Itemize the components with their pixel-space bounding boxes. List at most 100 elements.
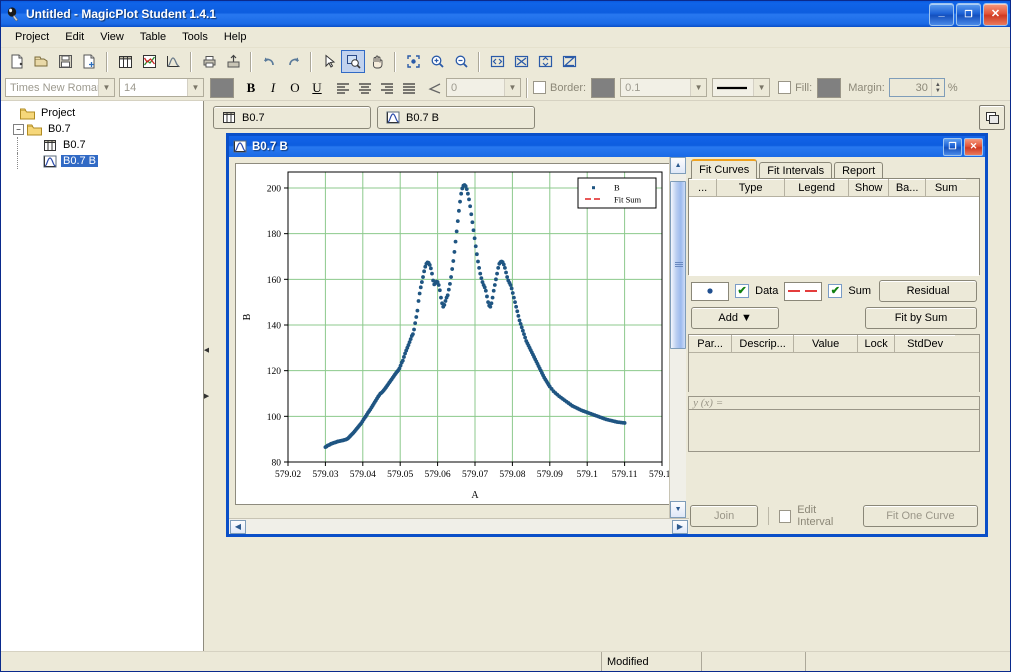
- tree-row-project[interactable]: Project: [6, 105, 203, 121]
- figure-icon[interactable]: [137, 50, 161, 73]
- border-color-swatch[interactable]: [591, 77, 616, 98]
- tree-row-plot[interactable]: B0.7 B: [6, 153, 203, 169]
- print-icon[interactable]: [197, 50, 221, 73]
- font-size-combo[interactable]: 14 ▼: [119, 78, 204, 97]
- cascade-windows-icon[interactable]: [979, 105, 1005, 130]
- formula-input[interactable]: [688, 410, 980, 452]
- minimize-button[interactable]: _: [929, 2, 954, 26]
- data-checkbox[interactable]: ✔: [735, 284, 750, 298]
- join-button[interactable]: Join: [690, 505, 759, 527]
- status-cell-1: [1, 652, 601, 671]
- border-width-combo[interactable]: 0.1 ▼: [620, 78, 708, 97]
- undo-icon[interactable]: [257, 50, 281, 73]
- data-style-swatch[interactable]: [691, 281, 730, 301]
- col-lock[interactable]: Lock: [858, 335, 896, 352]
- col-value[interactable]: Value: [794, 335, 859, 352]
- sum-checkbox[interactable]: ✔: [828, 284, 843, 298]
- fit-curves-body[interactable]: [689, 197, 979, 276]
- edit-interval-checkbox[interactable]: [779, 509, 792, 523]
- scroll-down-button[interactable]: ▼: [670, 501, 687, 518]
- underline-button[interactable]: U: [306, 77, 328, 98]
- plot-horizontal-scrollbar[interactable]: ◀ ▶: [229, 518, 689, 534]
- mdi-restore-button[interactable]: ❐: [943, 137, 962, 156]
- italic-button[interactable]: I: [262, 77, 284, 98]
- menu-help[interactable]: Help: [216, 29, 255, 45]
- font-family-combo[interactable]: Times New Roman ▼: [5, 78, 115, 97]
- fill-color-swatch[interactable]: [817, 77, 842, 98]
- open-project-icon[interactable]: [29, 50, 53, 73]
- col-type[interactable]: Type: [717, 179, 786, 196]
- col-description[interactable]: Descrip...: [732, 335, 795, 352]
- new-project-icon[interactable]: [5, 50, 29, 73]
- col-index[interactable]: ...: [689, 179, 718, 196]
- col-legend[interactable]: Legend: [785, 179, 850, 196]
- plot-icon[interactable]: [161, 50, 185, 73]
- parameters-table[interactable]: Par... Descrip... Value Lock StdDev: [688, 334, 980, 393]
- mdi-close-button[interactable]: ✕: [964, 137, 983, 156]
- scroll-up-button[interactable]: ▲: [670, 157, 687, 174]
- menu-table[interactable]: Table: [132, 29, 174, 45]
- text-color-swatch[interactable]: [210, 77, 234, 98]
- fit-width-icon[interactable]: [485, 50, 509, 73]
- menu-view[interactable]: View: [92, 29, 132, 45]
- redo-icon[interactable]: [281, 50, 305, 73]
- tab-report[interactable]: Report: [834, 162, 884, 179]
- save-icon[interactable]: [53, 50, 77, 73]
- fit-height-icon[interactable]: [533, 50, 557, 73]
- line-style-combo[interactable]: ▼: [712, 78, 771, 97]
- vertical-scroll-thumb[interactable]: [670, 181, 687, 349]
- svg-text:160: 160: [267, 276, 282, 286]
- zoom-select-icon[interactable]: [341, 50, 365, 73]
- residual-button[interactable]: Residual: [879, 280, 977, 302]
- new-table-icon[interactable]: [77, 50, 101, 73]
- tab-fit-intervals[interactable]: Fit Intervals: [759, 162, 833, 179]
- align-left-icon[interactable]: [332, 77, 354, 98]
- tree-row-table[interactable]: B0.7: [6, 137, 203, 153]
- col-parameter[interactable]: Par...: [689, 335, 733, 352]
- bold-button[interactable]: B: [240, 77, 262, 98]
- scroll-right-button[interactable]: ▶: [672, 519, 688, 534]
- fit-curves-table[interactable]: ... Type Legend Show Ba... Sum: [688, 178, 980, 276]
- tree-row-folder[interactable]: − B0.7: [6, 121, 203, 137]
- parameters-body[interactable]: [689, 353, 979, 393]
- tab-table-b07[interactable]: B0.7: [213, 106, 371, 129]
- fill-checkbox[interactable]: [778, 81, 792, 94]
- pan-hand-icon[interactable]: [365, 50, 389, 73]
- scroll-left-button[interactable]: ◀: [230, 519, 246, 534]
- outline-button[interactable]: O: [284, 77, 306, 98]
- project-tree: Project − B0.7 B0.7 B0.7 B: [1, 101, 203, 169]
- sum-style-swatch[interactable]: [784, 281, 823, 301]
- export-icon[interactable]: [221, 50, 245, 73]
- close-button[interactable]: ✕: [983, 2, 1008, 26]
- angle-combo[interactable]: 0 ▼: [446, 78, 521, 97]
- col-stddev[interactable]: StdDev: [895, 335, 955, 352]
- tab-fit-curves[interactable]: Fit Curves: [691, 159, 758, 179]
- border-checkbox[interactable]: [533, 81, 546, 94]
- zoom-in-icon[interactable]: [425, 50, 449, 73]
- align-justify-icon[interactable]: [398, 77, 420, 98]
- fit-one-curve-button[interactable]: Fit One Curve: [862, 505, 978, 527]
- collapse-expander-icon[interactable]: −: [13, 123, 24, 135]
- col-base[interactable]: Ba...: [889, 179, 927, 196]
- spinner-arrows[interactable]: ▲ ▼: [930, 79, 944, 96]
- zoom-out-icon[interactable]: [449, 50, 473, 73]
- align-center-icon[interactable]: [354, 77, 376, 98]
- select-arrow-icon[interactable]: [317, 50, 341, 73]
- fit-all-icon[interactable]: [401, 50, 425, 73]
- menu-project[interactable]: Project: [7, 29, 57, 45]
- align-right-icon[interactable]: [376, 77, 398, 98]
- shrink-vertical-icon[interactable]: [557, 50, 581, 73]
- col-show[interactable]: Show: [849, 179, 890, 196]
- menu-tools[interactable]: Tools: [174, 29, 216, 45]
- menu-edit[interactable]: Edit: [57, 29, 92, 45]
- maximize-button[interactable]: ❐: [956, 2, 981, 26]
- col-sum[interactable]: Sum: [926, 179, 966, 196]
- margin-spinner[interactable]: 30 ▲ ▼: [888, 78, 945, 97]
- shrink-horizontal-icon[interactable]: [509, 50, 533, 73]
- fit-by-sum-button[interactable]: Fit by Sum: [865, 307, 977, 329]
- table-icon[interactable]: [113, 50, 137, 73]
- plot-canvas[interactable]: 579.02 579.03 579.04 579.05 579.06 579.07 579.…: [235, 163, 677, 505]
- plot-vertical-scrollbar[interactable]: ▲ ▼: [669, 157, 687, 518]
- tab-plot-b07b[interactable]: B0.7 B: [377, 106, 535, 129]
- add-button[interactable]: Add ▼: [691, 307, 780, 329]
